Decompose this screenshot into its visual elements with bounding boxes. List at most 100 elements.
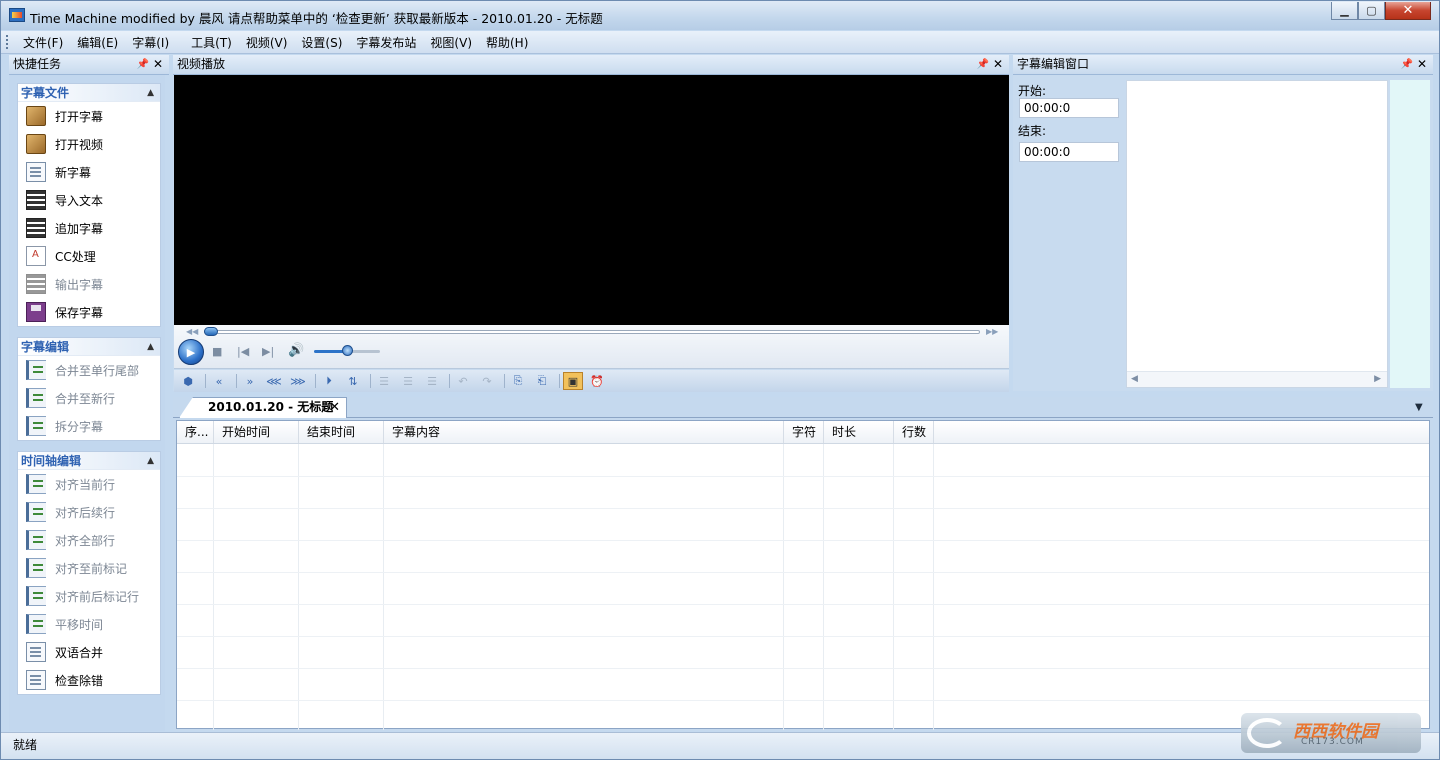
task-split-subtitle[interactable]: 拆分字幕 (18, 412, 160, 440)
insert-before-icon[interactable]: ⎘ (508, 372, 528, 390)
previous-icon[interactable]: |◀ (237, 345, 249, 358)
task-label: 平移时间 (55, 617, 104, 632)
stop-icon[interactable]: ■ (212, 345, 222, 358)
task-import-text[interactable]: 导入文本 (18, 186, 160, 214)
task-align-marks[interactable]: 对齐前后标记行 (18, 582, 160, 610)
pin-icon[interactable]: 📌 (977, 55, 989, 74)
chevron-up-icon[interactable]: ▲ (147, 338, 154, 356)
minimize-button[interactable]: ▁ (1331, 2, 1358, 20)
menu-subtitle[interactable]: 字幕(I) (125, 34, 176, 51)
close-pane-icon[interactable]: ✕ (153, 55, 163, 74)
close-pane-icon[interactable]: ✕ (1417, 55, 1427, 74)
open-video-icon[interactable]: ⬢ (178, 372, 198, 390)
fast-forward-icon[interactable]: » (240, 372, 260, 390)
task-shift-time[interactable]: 平移时间 (18, 610, 160, 638)
task-align-current[interactable]: 对齐当前行 (18, 470, 160, 498)
seek-bar[interactable] (204, 330, 980, 334)
task-new-subtitle[interactable]: 新字幕 (18, 158, 160, 186)
seek-thumb[interactable] (204, 327, 218, 336)
list-icon[interactable]: ☰ (374, 372, 394, 390)
title-bar[interactable]: Time Machine modified by 晨风 请点帮助菜单中的 ‘检查… (1, 1, 1439, 30)
tab-dropdown-icon[interactable]: ▼ (1415, 402, 1423, 413)
next-icon[interactable]: ▶| (262, 345, 274, 358)
column-header[interactable]: 开始时间 (214, 421, 299, 443)
volume-icon[interactable]: 🔊 (288, 343, 304, 358)
task-align-following[interactable]: 对齐后续行 (18, 498, 160, 526)
skip-back-icon[interactable]: ⋘ (264, 372, 284, 390)
seek-back-icon[interactable]: ◀◀ (186, 327, 198, 336)
end-time-field[interactable]: 00:00:0 (1019, 142, 1119, 162)
column-header[interactable]: 时长 (824, 421, 894, 443)
group-header[interactable]: 字幕编辑 ▲ (18, 338, 160, 356)
sync-icon[interactable]: ⇅ (343, 372, 363, 390)
close-button[interactable]: ✕ (1385, 2, 1431, 20)
align-icon (26, 558, 46, 578)
skip-forward-icon[interactable]: ⋙ (288, 372, 308, 390)
list-remove-icon[interactable]: ☰ (422, 372, 442, 390)
document-tab[interactable]: 2010.01.20 - 无标题 ✕ (179, 397, 347, 418)
task-export-subtitle[interactable]: 输出字幕 (18, 270, 160, 298)
menu-settings[interactable]: 设置(S) (294, 34, 349, 51)
pin-icon[interactable]: 📌 (1401, 55, 1413, 74)
task-merge-new-line[interactable]: 合并至新行 (18, 384, 160, 412)
alarm-icon[interactable]: ⏰ (587, 372, 607, 390)
task-merge-line-end[interactable]: 合并至单行尾部 (18, 356, 160, 384)
pin-icon[interactable]: 📌 (137, 55, 149, 74)
maximize-button[interactable]: ▢ (1358, 2, 1385, 20)
insert-after-icon[interactable]: ⎗ (532, 372, 552, 390)
task-label: 拆分字幕 (55, 419, 104, 434)
task-save-subtitle[interactable]: 保存字幕 (18, 298, 160, 326)
menubar-grip[interactable] (6, 35, 16, 49)
split-icon (26, 416, 46, 436)
task-align-all[interactable]: 对齐全部行 (18, 526, 160, 554)
scroll-left-icon[interactable]: ◀ (1131, 374, 1138, 384)
group-header[interactable]: 时间轴编辑 ▲ (18, 452, 160, 470)
column-header[interactable]: 字幕内容 (384, 421, 784, 443)
app-icon[interactable] (9, 8, 25, 22)
column-header[interactable]: 行数 (894, 421, 934, 443)
task-append-subtitle[interactable]: 追加字幕 (18, 214, 160, 242)
scroll-right-icon[interactable]: ▶ (1374, 374, 1381, 384)
menu-publish[interactable]: 字幕发布站 (349, 34, 423, 51)
player-controls: ◀◀ ▶▶ ▶ ■ |◀ ▶| 🔊 (174, 325, 1009, 369)
column-header[interactable]: 结束时间 (299, 421, 384, 443)
menu-help[interactable]: 帮助(H) (479, 34, 535, 51)
chevron-up-icon[interactable]: ▲ (147, 84, 154, 102)
task-align-prev-mark[interactable]: 对齐至前标记 (18, 554, 160, 582)
subtitle-table[interactable]: 序... 开始时间 结束时间 字幕内容 字符 时长 行数 (176, 420, 1430, 730)
undo-icon[interactable]: ↶ (453, 372, 473, 390)
task-open-video[interactable]: 打开视频 (18, 130, 160, 158)
horizontal-scrollbar[interactable]: ◀ ▶ (1127, 371, 1387, 387)
column-header[interactable]: 字符 (784, 421, 824, 443)
task-label: 输出字幕 (55, 277, 104, 292)
menu-video[interactable]: 视频(V) (239, 34, 295, 51)
menu-file[interactable]: 文件(F) (16, 34, 70, 51)
watermark-logo: 西西软件园 CR173.COM (1241, 713, 1421, 753)
task-cc-process[interactable]: CC处理 (18, 242, 160, 270)
align-icon (26, 474, 46, 494)
menu-edit[interactable]: 编辑(E) (70, 34, 125, 51)
video-display[interactable] (174, 75, 1009, 325)
menu-view[interactable]: 视图(V) (423, 34, 479, 51)
start-time-field[interactable]: 00:00:0 (1019, 98, 1119, 118)
play-button[interactable]: ▶ (178, 339, 204, 365)
menu-tools[interactable]: 工具(T) (184, 34, 239, 51)
close-tab-icon[interactable]: ✕ (329, 398, 340, 417)
task-open-subtitle[interactable]: 打开字幕 (18, 102, 160, 130)
task-label: 新字幕 (55, 165, 92, 180)
seek-forward-icon[interactable]: ▶▶ (986, 327, 998, 336)
list-add-icon[interactable]: ☰ (398, 372, 418, 390)
align-icon (26, 502, 46, 522)
subtitle-text-editor[interactable]: ◀ ▶ (1126, 80, 1388, 388)
rewind-icon[interactable]: « (209, 372, 229, 390)
group-header[interactable]: 字幕文件 ▲ (18, 84, 160, 102)
volume-thumb[interactable] (342, 345, 353, 356)
redo-icon[interactable]: ↷ (477, 372, 497, 390)
step-icon[interactable]: ⏵ (319, 372, 339, 390)
close-pane-icon[interactable]: ✕ (993, 55, 1003, 74)
chevron-up-icon[interactable]: ▲ (147, 452, 154, 470)
column-header[interactable]: 序... (177, 421, 214, 443)
task-check-errors[interactable]: 检查除错 (18, 666, 160, 694)
toggle-panel-icon[interactable]: ▣ (563, 372, 583, 390)
task-bilingual-merge[interactable]: 双语合并 (18, 638, 160, 666)
